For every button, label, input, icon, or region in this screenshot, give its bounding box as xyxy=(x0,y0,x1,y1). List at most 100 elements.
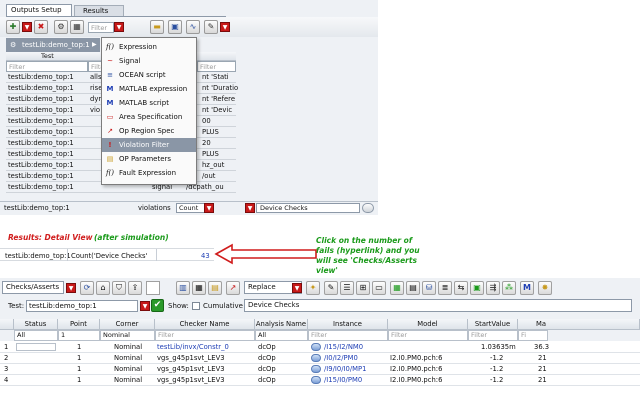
tool-button-9[interactable]: ≣ xyxy=(438,281,452,295)
annotate-button[interactable]: ✎ xyxy=(204,20,218,34)
violations-details-dropdown-icon[interactable]: ▼ xyxy=(245,203,255,213)
menu-item-op-parameters[interactable]: ▤ OP Parameters xyxy=(102,152,196,166)
results-heading: Results: Detail View xyxy=(8,233,93,242)
menu-item-fault-expression[interactable]: f() Fault Expression xyxy=(102,166,196,180)
tab-outputs-setup[interactable]: Outputs Setup xyxy=(6,4,72,16)
details-filter-input[interactable]: Filter xyxy=(197,61,236,72)
tool-button-11[interactable]: ▣ xyxy=(470,281,484,295)
tool-button-2[interactable]: ✎ xyxy=(324,281,338,295)
table-row[interactable]: 2 1 Nominal vgs_g45p1svt_LEV3 dcOp /I0/I… xyxy=(0,353,640,364)
violations-details-field[interactable]: Device Checks xyxy=(256,203,360,213)
selected-test-cell[interactable]: ⚙ testLib:demo_top:1 ▶ xyxy=(6,38,100,52)
edit-output-button[interactable]: ⚙ xyxy=(54,20,68,34)
annotate-dropdown-icon[interactable]: ▼ xyxy=(220,22,230,32)
start-filter-input[interactable]: Filter xyxy=(468,330,518,341)
filter-button[interactable]: ⛉ xyxy=(112,281,126,295)
plot-button[interactable]: ∿ xyxy=(186,20,200,34)
test-filter-input[interactable]: Filter xyxy=(6,61,88,72)
column-header-start-value[interactable]: StartValue xyxy=(468,319,518,330)
test-select[interactable]: testLib:demo_top:1 xyxy=(26,300,138,312)
name-filter-input[interactable]: Filter xyxy=(88,61,102,72)
checker-filter-input[interactable]: Filter xyxy=(155,330,255,341)
tool-button-13[interactable]: ⁂ xyxy=(502,281,516,295)
view-select-dropdown-icon[interactable]: ▼ xyxy=(66,283,76,293)
menu-item-ocean-script[interactable]: ≡ OCEAN script xyxy=(102,68,196,82)
tool-button-15[interactable]: ✸ xyxy=(538,281,552,295)
tool-button-4[interactable]: ⊞ xyxy=(356,281,370,295)
open-folder-button[interactable]: ▬ xyxy=(150,20,164,34)
table-row[interactable]: 3 1 Nominal vgs_g45p1svt_LEV3 dcOp /I9/I… xyxy=(0,364,640,375)
column-header-analysis-name[interactable]: Analysis Name xyxy=(255,319,308,330)
tool-button-5[interactable]: ▭ xyxy=(372,281,386,295)
filter-dropdown-icon[interactable]: ▼ xyxy=(114,22,124,32)
fails-hyperlink[interactable]: 43 xyxy=(201,252,210,260)
analysis-filter-select[interactable]: All xyxy=(255,330,308,341)
instance-link[interactable]: /I0/I2/PM0 xyxy=(324,354,358,362)
check-type-select[interactable]: Device Checks xyxy=(244,299,632,312)
instance-probe-icon[interactable] xyxy=(311,376,321,384)
tool-button-6[interactable]: ▦ xyxy=(390,281,404,295)
tool-button-3[interactable]: ☰ xyxy=(340,281,354,295)
apply-button[interactable]: ✔ xyxy=(151,299,164,312)
menu-item-area-specification[interactable]: ▭ Area Specification xyxy=(102,110,196,124)
save-button[interactable]: ▣ xyxy=(168,20,182,34)
instance-link[interactable]: /I9/I0/I0/MP1 xyxy=(324,365,366,373)
table-row[interactable]: 1 1 Nominal testLib/invx/Constr_0 dcOp /… xyxy=(0,342,640,353)
refresh-button[interactable]: ⟳ xyxy=(80,281,94,295)
column-header-point[interactable]: Point xyxy=(58,319,100,330)
status-filter-select[interactable]: All xyxy=(14,330,58,341)
tool-button-12[interactable]: ⇶ xyxy=(486,281,500,295)
column-header-index xyxy=(0,319,14,330)
model-filter-input[interactable]: Filter xyxy=(388,330,468,341)
checker-link[interactable]: testLib/invx/Constr_0 xyxy=(157,343,229,351)
home-button[interactable]: ⌂ xyxy=(96,281,110,295)
menu-item-signal[interactable]: ~ Signal xyxy=(102,54,196,68)
instance-link[interactable]: /I15/I2/NM0 xyxy=(324,343,363,351)
mode-select-dropdown-icon[interactable]: ▼ xyxy=(292,283,302,293)
tool-button-10[interactable]: ⇆ xyxy=(454,281,468,295)
menu-item-matlab-expression[interactable]: M MATLAB expression xyxy=(102,82,196,96)
column-header-checker-name[interactable]: Checker Name xyxy=(155,319,255,330)
report-button[interactable]: ▤ xyxy=(208,281,222,295)
violations-type-dropdown-icon[interactable]: ▼ xyxy=(204,203,214,213)
instance-filter-input[interactable]: Filter xyxy=(308,330,388,341)
point-filter-select[interactable]: 1 xyxy=(58,330,100,341)
instance-probe-icon[interactable] xyxy=(311,343,321,351)
menu-item-matlab-script[interactable]: M MATLAB script xyxy=(102,96,196,110)
add-output-button[interactable]: ✚ xyxy=(6,20,20,34)
instance-link[interactable]: /I15/I0/PM0 xyxy=(324,376,362,384)
test-select-dropdown-icon[interactable]: ▼ xyxy=(140,301,150,311)
column-header-status[interactable]: Status xyxy=(14,319,58,330)
table-button[interactable]: ▦ xyxy=(192,281,206,295)
view-select[interactable]: Checks/Asserts xyxy=(2,281,64,294)
instance-probe-icon[interactable] xyxy=(311,365,321,373)
column-header-instance[interactable]: Instance xyxy=(308,319,388,330)
add-output-icon: ✚ xyxy=(9,22,17,31)
menu-item-violation-filter[interactable]: ! Violation Filter xyxy=(102,138,196,152)
corner-filter-select[interactable]: Nominal xyxy=(100,330,155,341)
tool-button-8[interactable]: ⛁ xyxy=(422,281,436,295)
delete-output-button[interactable]: ✖ xyxy=(34,20,48,34)
table-view-button[interactable]: ▦ xyxy=(70,20,84,34)
toolbar-filter-input[interactable]: Filter xyxy=(88,22,114,33)
add-output-dropdown-icon[interactable]: ▼ xyxy=(22,22,32,32)
tool-button-7[interactable]: ▤ xyxy=(406,281,420,295)
tool-button-1[interactable]: ✦ xyxy=(306,281,320,295)
export-button[interactable]: ⇪ xyxy=(128,281,142,295)
table-row[interactable]: 4 1 Nominal vgs_g45p1svt_LEV3 dcOp /I15/… xyxy=(0,375,640,386)
column-header-model[interactable]: Model xyxy=(388,319,468,330)
column-header-corner[interactable]: Corner xyxy=(100,319,155,330)
menu-item-op-region-spec[interactable]: ↗ Op Region Spec xyxy=(102,124,196,138)
cumulative-checkbox[interactable] xyxy=(192,302,200,310)
calendar-icon: ▤ xyxy=(409,283,417,292)
plot-button[interactable]: ▥ xyxy=(176,281,190,295)
violations-row[interactable]: testLib:demo_top:1 violations Count ▼ De… xyxy=(0,201,378,214)
column-header-max[interactable]: Ma xyxy=(518,319,640,330)
max-filter-input[interactable]: Fi xyxy=(518,330,548,341)
tab-results[interactable]: Results xyxy=(74,5,124,16)
menu-item-expression[interactable]: f() Expression xyxy=(102,40,196,54)
details-scroll-button[interactable] xyxy=(362,203,374,213)
graph-button[interactable]: ↗ xyxy=(226,281,240,295)
tool-button-14[interactable]: M xyxy=(520,281,534,295)
instance-probe-icon[interactable] xyxy=(311,354,321,362)
